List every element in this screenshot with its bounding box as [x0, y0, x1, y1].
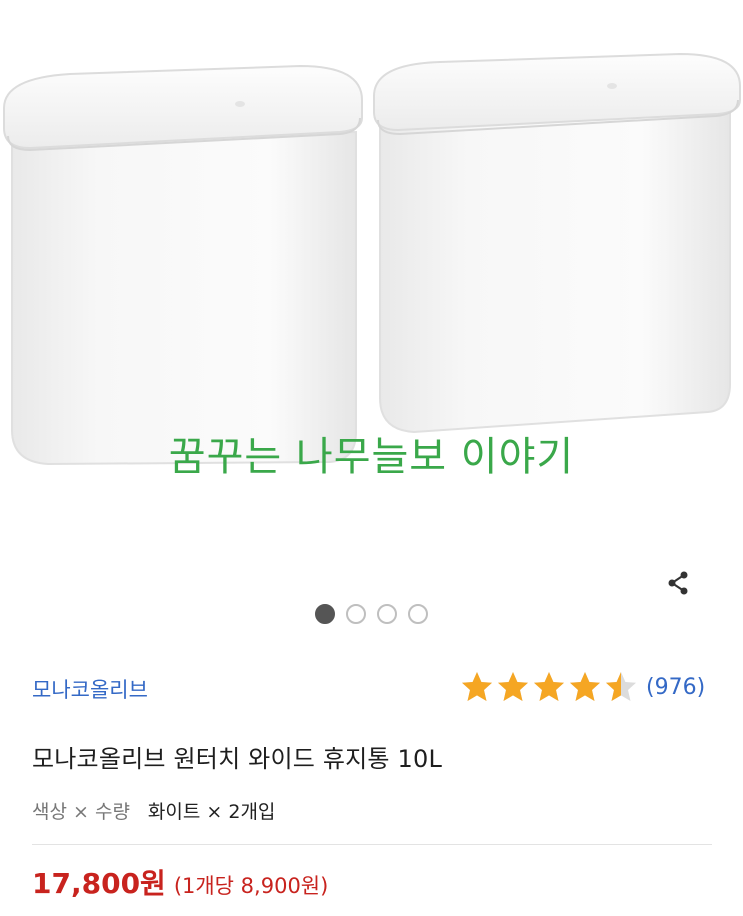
carousel-dot[interactable] — [315, 604, 335, 624]
trash-bin-right — [373, 52, 741, 434]
divider — [32, 844, 712, 845]
unit-price: (1개당 8,900원) — [173, 874, 329, 898]
price: 17,800원 — [32, 867, 166, 900]
product-title: 모나코올리브 원터치 와이드 휴지통 10L — [32, 745, 443, 773]
option-selector[interactable]: 색상 × 수량 화이트 × 2개입 — [32, 797, 275, 824]
rating[interactable]: (976) — [460, 670, 705, 704]
brand-link[interactable]: 모나코올리브 — [32, 674, 148, 704]
star-icon — [498, 672, 528, 701]
share-button[interactable] — [664, 568, 694, 598]
option-label: 색상 × 수량 — [32, 801, 130, 823]
trash-bin-left — [3, 64, 363, 466]
watermark-text: 꿈꾸는 나무늘보 이야기 — [168, 434, 575, 480]
carousel-dot[interactable] — [408, 604, 428, 624]
share-icon — [668, 571, 688, 595]
carousel-dot[interactable] — [346, 604, 366, 624]
star-icon — [534, 672, 564, 701]
star-icon — [606, 672, 636, 701]
star-icon — [462, 672, 492, 701]
carousel-indicator — [0, 604, 743, 624]
review-count: (976) — [646, 674, 706, 700]
carousel-dot[interactable] — [377, 604, 397, 624]
star-icon — [570, 672, 600, 701]
option-value: 화이트 × 2개입 — [147, 801, 276, 823]
product-image[interactable]: 꿈꾸는 나무늘보 이야기 — [0, 0, 743, 560]
price-row: 17,800원 (1개당 8,900원) — [32, 862, 328, 902]
star-rating — [460, 670, 638, 704]
